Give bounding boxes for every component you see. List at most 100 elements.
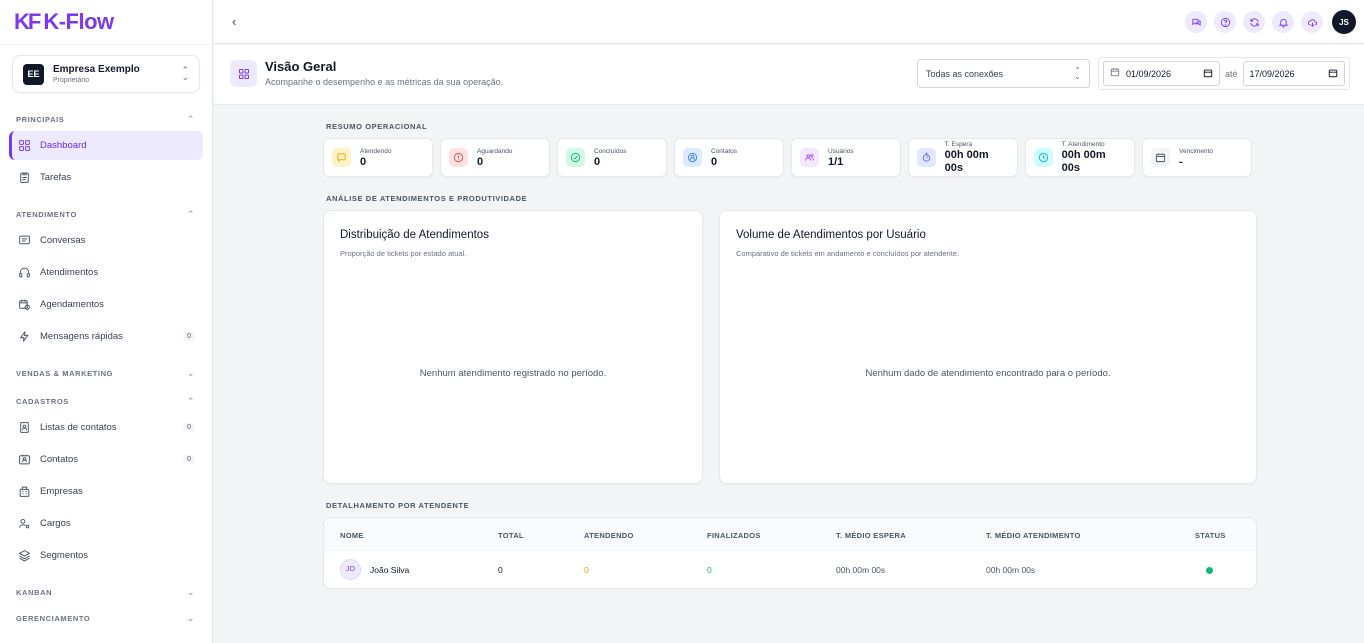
date-range: 01/09/2026 até 17/09/2026 [1098, 57, 1350, 90]
company-role: Proprietário [53, 76, 90, 84]
summary-section-label: RESUMO OPERACIONAL [326, 122, 428, 131]
stat-label: Aguardando [477, 147, 513, 155]
clock-icon [1034, 148, 1053, 167]
calendar-picker-icon[interactable] [1203, 68, 1213, 80]
sidebar: KF K-Flow EE Empresa Exemplo Proprietári… [0, 0, 213, 643]
topbar-actions [1185, 11, 1323, 33]
agent-atendendo: 0 [584, 565, 589, 575]
stat-value: 00h 00m 00s [944, 149, 989, 174]
sidebar-item-segmentos[interactable]: Segmentos [9, 541, 203, 570]
sidebar-section-header[interactable]: KANBAN ⌄ [0, 586, 212, 598]
agent-avg-wait: 00h 00m 00s [836, 565, 886, 575]
calendar-icon [1151, 148, 1170, 167]
check-circle-icon [566, 148, 585, 167]
contact-card-icon [17, 453, 31, 467]
sidebar-item-dashboard[interactable]: Dashboard [9, 131, 203, 160]
column-header[interactable]: FINALIZADOS [707, 531, 761, 540]
sidebar-item-tarefas[interactable]: Tarefas [9, 163, 203, 192]
sidebar-item-empresas[interactable]: Empresas [9, 477, 203, 506]
clipboard-icon [17, 171, 31, 185]
sidebar-section-title: VENDAS & MARKETING [16, 368, 114, 378]
sidebar-section-title: KANBAN [16, 587, 53, 597]
table-header: NOME TOTAL ATENDENDO FINALIZADOS T. MÉDI… [324, 518, 1256, 551]
sidebar-section-header[interactable]: VENDAS & MARKETING ⌄ [0, 367, 212, 379]
detail-section-label: DETALHAMENTO POR ATENDENTE [326, 501, 470, 510]
sidebar-item-label: Segmentos [40, 550, 89, 561]
distribution-subtitle: Proporção de tickets por estado atual. [340, 249, 467, 258]
agent-avg-service: 00h 00m 00s [986, 565, 1036, 575]
company-switcher[interactable]: EE Empresa Exemplo Proprietário ⌃ ⌄ [12, 55, 200, 93]
column-header[interactable]: NOME [340, 531, 364, 540]
stat-value: - [1179, 155, 1183, 168]
sidebar-section-title: PRINCIPAIS [16, 114, 65, 124]
distribution-empty-message: Nenhum atendimento registrado no período… [419, 368, 607, 379]
analysis-section-label: ANÁLISE DE ATENDIMENTOS E PRODUTIVIDADE [326, 194, 528, 203]
cloud-download-icon[interactable] [1301, 11, 1323, 33]
help-icon[interactable] [1214, 11, 1236, 33]
sidebar-section-header[interactable]: GERENCIAMENTO ⌄ [0, 612, 212, 624]
date-to-input[interactable]: 17/09/2026 [1242, 61, 1345, 86]
chevron-up-down-icon: ⌃ ⌄ [181, 65, 189, 82]
page-subtitle: Acompanhe o desempenho e as métricas da … [265, 77, 504, 87]
sidebar-item-mensagens-r-pidas[interactable]: Mensagens rápidas 0 [9, 322, 203, 351]
connection-select[interactable]: Todas as conexões ⌃ ⌄ [917, 59, 1090, 88]
sidebar-item-label: Agendamentos [40, 299, 104, 310]
agent-total: 0 [498, 565, 503, 575]
date-separator: até [1225, 68, 1238, 79]
sidebar-item-agendamentos[interactable]: Agendamentos [9, 290, 203, 319]
sidebar-section-header[interactable]: PRINCIPAIS ⌃ [0, 113, 212, 125]
column-header[interactable]: ATENDENDO [584, 531, 634, 540]
dashboard-icon [230, 60, 257, 87]
company-name: Empresa Exemplo [53, 63, 140, 75]
stat-label: Atendendo [360, 147, 392, 155]
column-header[interactable]: T. MÉDIO ESPERA [836, 531, 906, 540]
sidebar-item-conversas[interactable]: Conversas [9, 226, 203, 255]
sidebar-item-contatos[interactable]: Contatos 0 [9, 445, 203, 474]
calendar-picker-icon[interactable] [1328, 68, 1338, 80]
column-header[interactable]: STATUS [1195, 531, 1226, 540]
sidebar-item-listas-de-contatos[interactable]: Listas de contatos 0 [9, 413, 203, 442]
connection-select-value: Todas as conexões [926, 68, 1004, 79]
bell-icon[interactable] [1272, 11, 1294, 33]
user-avatar[interactable]: JS [1332, 10, 1356, 34]
logo-mark: KF [14, 9, 41, 34]
sidebar-item-atendimentos[interactable]: Atendimentos [9, 258, 203, 287]
sidebar-item-label: Empresas [40, 486, 83, 497]
chevron-down-icon: ⌄ [186, 367, 195, 378]
users-icon [800, 148, 819, 167]
date-to-value: 17/09/2026 [1249, 68, 1295, 79]
count-badge: 0 [183, 455, 195, 464]
page-title: Visão Geral [265, 59, 337, 74]
date-from-value: 01/09/2026 [1126, 68, 1172, 79]
table-row[interactable]: JO João Silva 0 0 0 00h 00m 00s 00h 00m … [324, 551, 1256, 588]
sidebar-item-label: Cargos [40, 518, 71, 529]
sidebar-item-label: Dashboard [40, 140, 87, 151]
column-header[interactable]: TOTAL [498, 531, 524, 540]
stat-card: Concluídos 0 [557, 138, 667, 177]
stat-label: Contatos [711, 147, 738, 155]
volume-title: Volume de Atendimentos por Usuário [736, 229, 926, 241]
refresh-icon[interactable] [1243, 11, 1265, 33]
sidebar-section-header[interactable]: CADASTROS ⌃ [0, 395, 212, 407]
date-from-input[interactable]: 01/09/2026 [1103, 61, 1220, 86]
stat-value: 0 [594, 155, 601, 168]
contact-book-icon [17, 421, 31, 435]
lightning-icon [17, 330, 31, 344]
user-cog-icon [17, 517, 31, 531]
chevron-left-icon[interactable]: ‹ [232, 14, 236, 29]
brand-logo[interactable]: KF K-Flow [0, 0, 212, 44]
stat-value: 0 [711, 155, 718, 168]
sidebar-item-label: Mensagens rápidas [40, 331, 123, 342]
stat-label: Usuários [828, 147, 854, 155]
calendar-clock-icon [17, 298, 31, 312]
stat-label: Concluídos [594, 147, 627, 155]
sidebar-item-cargos[interactable]: Cargos [9, 509, 203, 538]
distribution-card: Distribuição de Atendimentos Proporção d… [323, 210, 703, 484]
sidebar-section-title: GERENCIAMENTO [16, 613, 91, 623]
column-header[interactable]: T. MÉDIO ATENDIMENTO [986, 531, 1081, 540]
sidebar-section-title: CADASTROS [16, 396, 69, 406]
sidebar-section-header[interactable]: ATENDIMENTO ⌃ [0, 208, 212, 220]
sidebar-section-title: ATENDIMENTO [16, 209, 77, 219]
chat-icon[interactable] [1185, 11, 1207, 33]
stat-label: T. Atendimento [1061, 141, 1105, 148]
